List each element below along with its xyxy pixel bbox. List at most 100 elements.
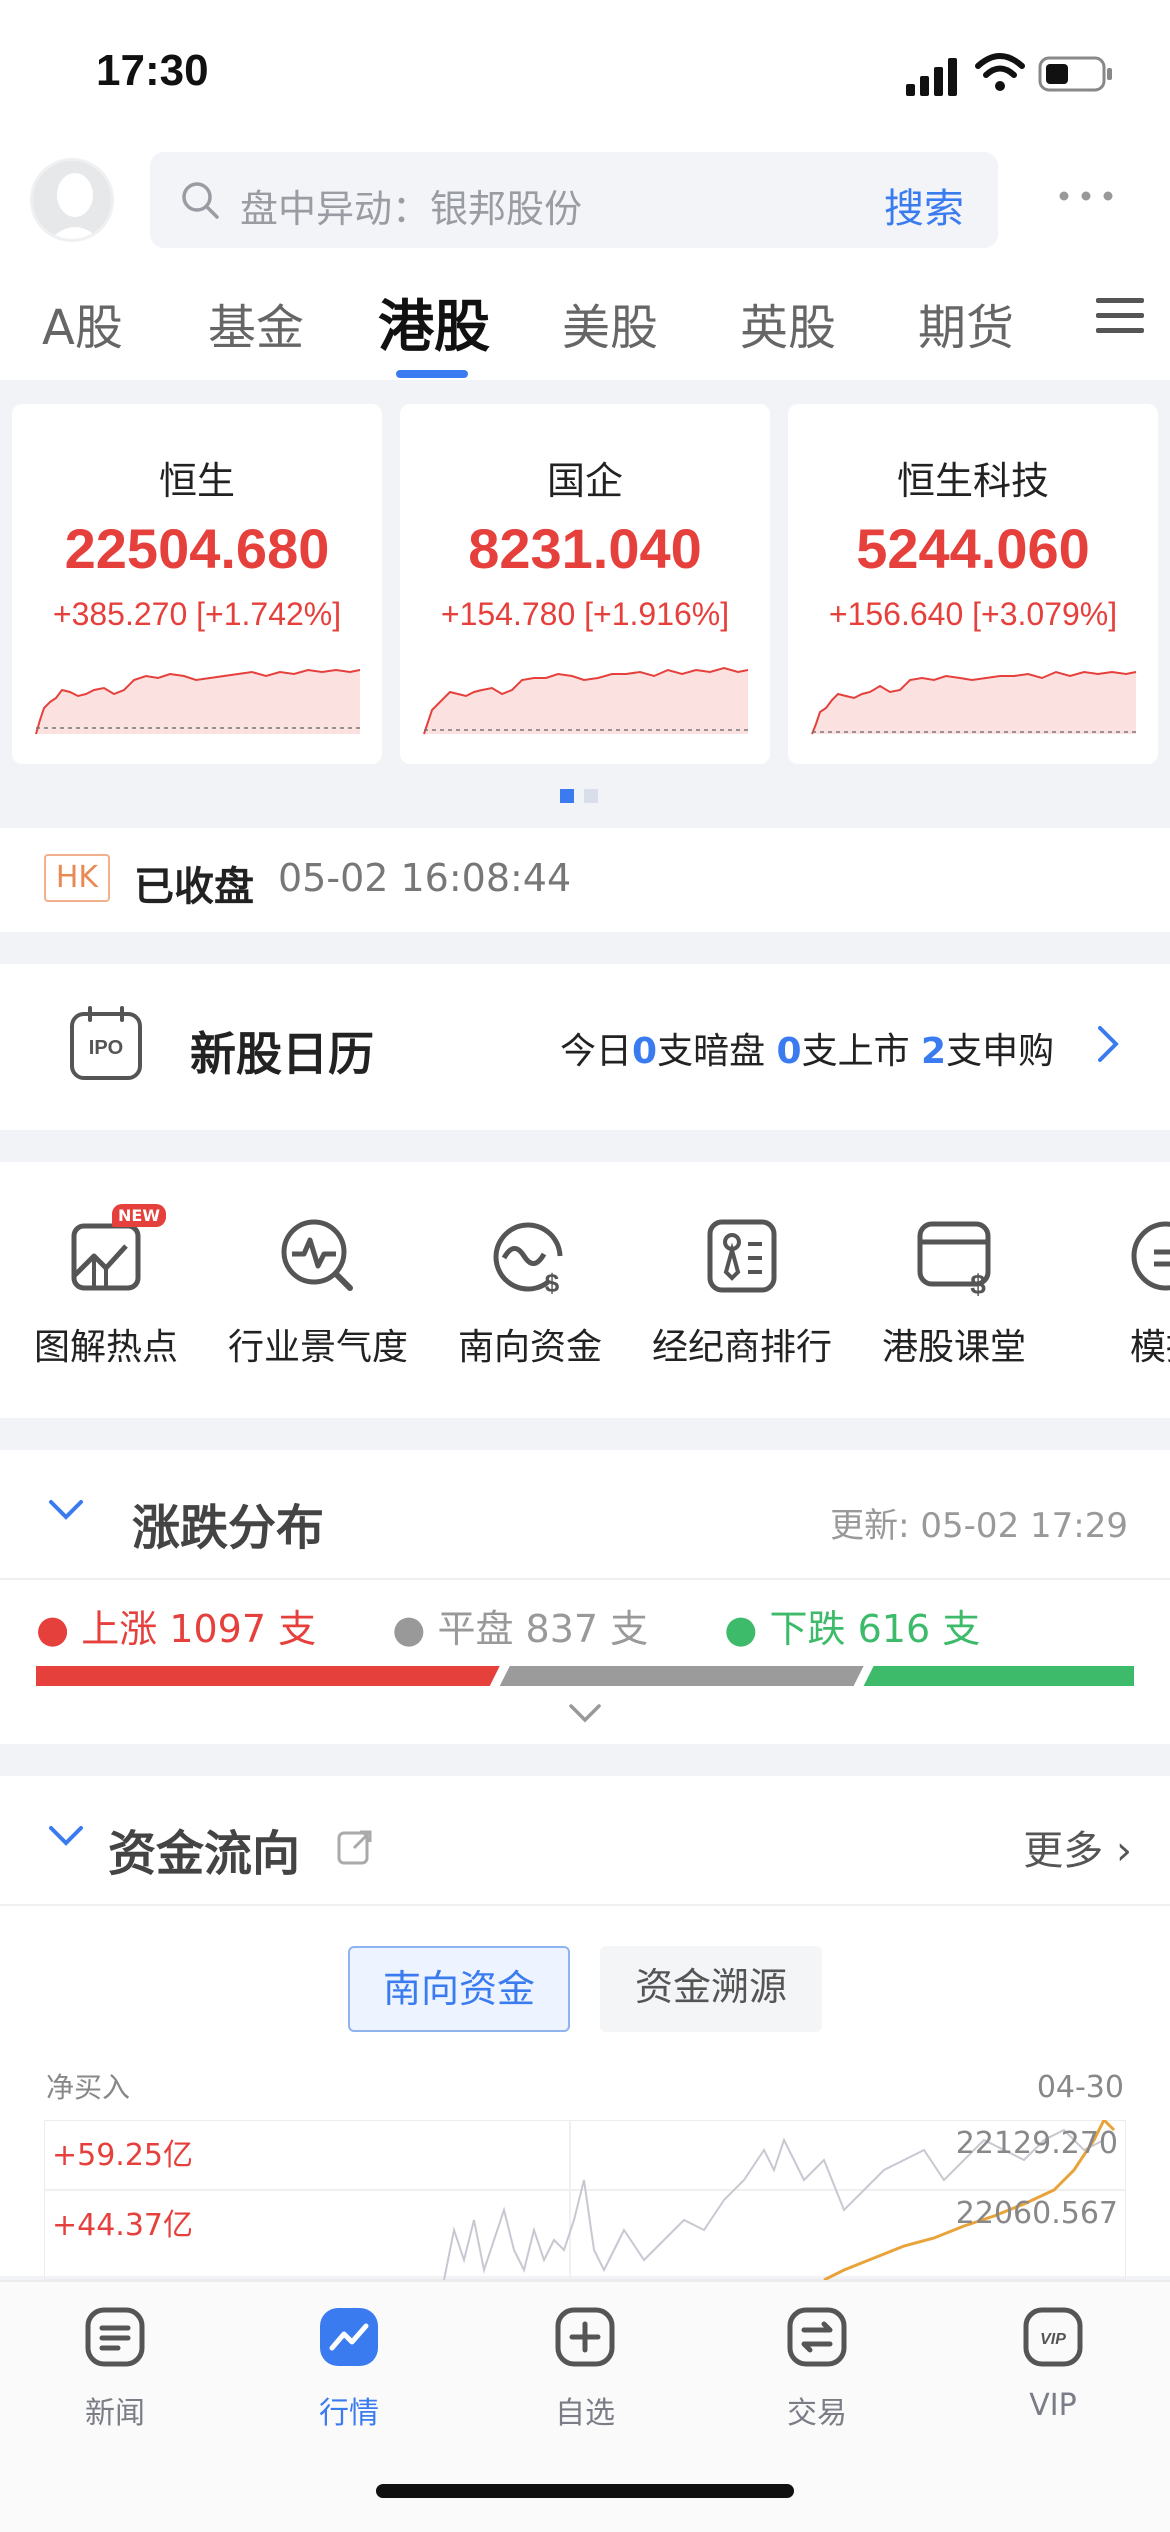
index-sparkline: [423, 666, 749, 735]
tabbar-market[interactable]: 行情: [274, 2306, 424, 2432]
index-value: 22504.680: [64, 517, 330, 580]
shortcut-label: 经纪商排行: [651, 1327, 832, 1368]
index-name: 恒生科技: [896, 459, 1049, 503]
index-card-hsi[interactable]: 恒生 22504.680 +385.270 [+1.742%]: [12, 404, 382, 764]
index-name: 恒生: [158, 459, 235, 503]
segment-southbound[interactable]: 南向资金: [348, 1946, 570, 2032]
distribution-legend: ● 上涨 1097 支 ● 平盘 837 支 ● 下跌 616 支: [36, 1598, 1044, 1653]
update-time: 更新: 05-02 17:29: [830, 1506, 1128, 1546]
chevron-down-icon: [49, 1500, 83, 1520]
index-card-hstech[interactable]: 恒生科技 5244.060 +156.640 [+3.079%]: [788, 404, 1158, 764]
section-header[interactable]: 资金流向 更多 ›: [0, 1776, 1170, 1906]
shortcut-industry-pulse[interactable]: 行业景气度: [218, 1216, 418, 1370]
search-bar[interactable]: 盘中异动：银邦股份 搜索: [150, 152, 998, 248]
tab-a-share[interactable]: A股: [42, 288, 123, 358]
tab-hk-stock[interactable]: 港股: [378, 282, 490, 363]
capital-flow: 资金流向 更多 › 南向资金 资金溯源 净买入 04-30 +59.25亿 +4…: [0, 1776, 1170, 2280]
shortcut-southbound-fund[interactable]: $ 南向资金: [430, 1216, 630, 1370]
shortcut-label: 南向资金: [457, 1327, 602, 1368]
tabbar-vip[interactable]: VIP VIP: [978, 2306, 1128, 2423]
legend-up: ● 上涨 1097 支: [36, 1607, 317, 1651]
index-value: 5244.060: [856, 517, 1090, 580]
shortcut-chart-hotspot[interactable]: NEW 图解热点: [6, 1204, 206, 1370]
more-link[interactable]: 更多 ›: [1023, 1818, 1132, 1876]
shortcut-label: 模拟: [1129, 1327, 1170, 1368]
index-change: +385.270 [+1.742%]: [52, 596, 342, 632]
status-time: 17:30: [96, 46, 209, 95]
down-bar: [863, 1666, 1134, 1686]
tab-us-stock[interactable]: 美股: [562, 288, 658, 358]
shortcut-simulate[interactable]: 模拟: [1066, 1216, 1170, 1370]
more-icon[interactable]: [1058, 186, 1114, 206]
new-badge: NEW: [112, 1204, 166, 1227]
flat-bar: [499, 1666, 864, 1686]
shortcut-label: 行业景气度: [227, 1327, 408, 1368]
y-axis-label: 净买入: [46, 2071, 131, 2104]
svg-text:$: $: [545, 1268, 560, 1296]
trade-icon: [787, 2307, 847, 2367]
rise-fall-distribution: 涨跌分布 更新: 05-02 17:29 ● 上涨 1097 支 ● 平盘 83…: [0, 1450, 1170, 1744]
avatar-placeholder-icon: [50, 173, 100, 239]
ipo-text-today: 今日: [560, 1031, 633, 1072]
more-link-label: 更多: [1023, 1828, 1104, 1874]
chart-date: 04-30: [1036, 2070, 1124, 2105]
market-icon: [320, 2308, 378, 2366]
flow-value-second: +44.37亿: [52, 2208, 194, 2243]
shortcut-broker-rank[interactable]: 经纪商排行: [642, 1216, 842, 1370]
legend-down: ● 下跌 616 支: [724, 1607, 981, 1651]
segment-fund-trace[interactable]: 资金溯源: [600, 1946, 822, 2032]
tabbar-label: 新闻: [85, 2396, 145, 2431]
menu-icon[interactable]: [1096, 296, 1144, 336]
tabbar-trade[interactable]: 交易: [742, 2306, 892, 2432]
tabbar-news[interactable]: 新闻: [40, 2306, 190, 2432]
index-card-hscei[interactable]: 国企 8231.040 +154.780 [+1.916%]: [400, 404, 770, 764]
expand-chevron-icon[interactable]: [568, 1702, 602, 1724]
search-icon: [182, 182, 219, 219]
ipo-summary: 今日0支暗盘 0支上市 2支申购: [560, 1022, 1054, 1074]
up-bar: [36, 1666, 500, 1686]
ipo-calendar[interactable]: IPO 新股日历 今日0支暗盘 0支上市 2支申购: [0, 964, 1170, 1130]
watchlist-icon: [555, 2307, 615, 2367]
index-value-top: 22129.270: [955, 2126, 1118, 2161]
active-tab-indicator: [396, 370, 468, 378]
tabbar-label: 行情: [319, 2396, 379, 2431]
shortcut-hk-class[interactable]: $ 港股课堂: [854, 1216, 1054, 1370]
tabbar-watchlist[interactable]: 自选: [510, 2306, 660, 2432]
tab-uk-stock[interactable]: 英股: [740, 288, 836, 358]
index-value-second: 22060.567: [955, 2196, 1118, 2231]
market-status: HK 已收盘 05-02 16:08:44: [0, 828, 1170, 932]
distribution-bar: [36, 1666, 1134, 1686]
carousel-dot-active[interactable]: [560, 789, 574, 803]
ipo-title: 新股日历: [190, 1027, 374, 1081]
market-status-text: 已收盘: [134, 864, 254, 910]
ipo-count-listing: 0: [776, 1031, 802, 1072]
section-header[interactable]: 涨跌分布 更新: 05-02 17:29: [0, 1450, 1170, 1580]
index-name: 国企: [546, 459, 623, 503]
carousel-dot[interactable]: [584, 789, 598, 803]
status-bar: 17:30: [0, 0, 1170, 140]
flow-value-top: +59.25亿: [52, 2138, 194, 2173]
shortcut-row: NEW 图解热点 行业景气度 $ 南向资金 经纪商排行 $ 港股课堂 模: [0, 1162, 1170, 1418]
chevron-down-icon: [49, 1826, 83, 1846]
svg-text:VIP: VIP: [1040, 2331, 1066, 2348]
chevron-right-icon: [1098, 1026, 1119, 1062]
search-button[interactable]: 搜索: [884, 176, 964, 234]
index-sparkline: [811, 670, 1137, 735]
simulate-icon: [1131, 1221, 1170, 1291]
index-cards: 恒生 22504.680 +385.270 [+1.742%] 国企 8231.…: [0, 384, 1170, 814]
tabbar-label: 自选: [555, 2396, 615, 2431]
shortcut-label: 图解热点: [33, 1327, 178, 1368]
ipo-calendar-icon: IPO: [70, 1006, 142, 1080]
tab-futures[interactable]: 期货: [918, 288, 1014, 358]
avatar[interactable]: [30, 158, 114, 242]
industry-pulse-icon: [281, 1219, 353, 1291]
tab-fund[interactable]: 基金: [208, 288, 304, 358]
index-value: 8231.040: [468, 517, 702, 580]
home-indicator: [376, 2484, 794, 2498]
external-link-icon[interactable]: [336, 1828, 374, 1866]
carousel-dots: [560, 788, 608, 807]
ipo-text-subscribe: 支申购: [946, 1031, 1055, 1072]
index-change: +156.640 [+3.079%]: [828, 596, 1118, 632]
shortcut-label: 港股课堂: [881, 1327, 1026, 1368]
chart-hotspot-icon: [71, 1223, 141, 1291]
